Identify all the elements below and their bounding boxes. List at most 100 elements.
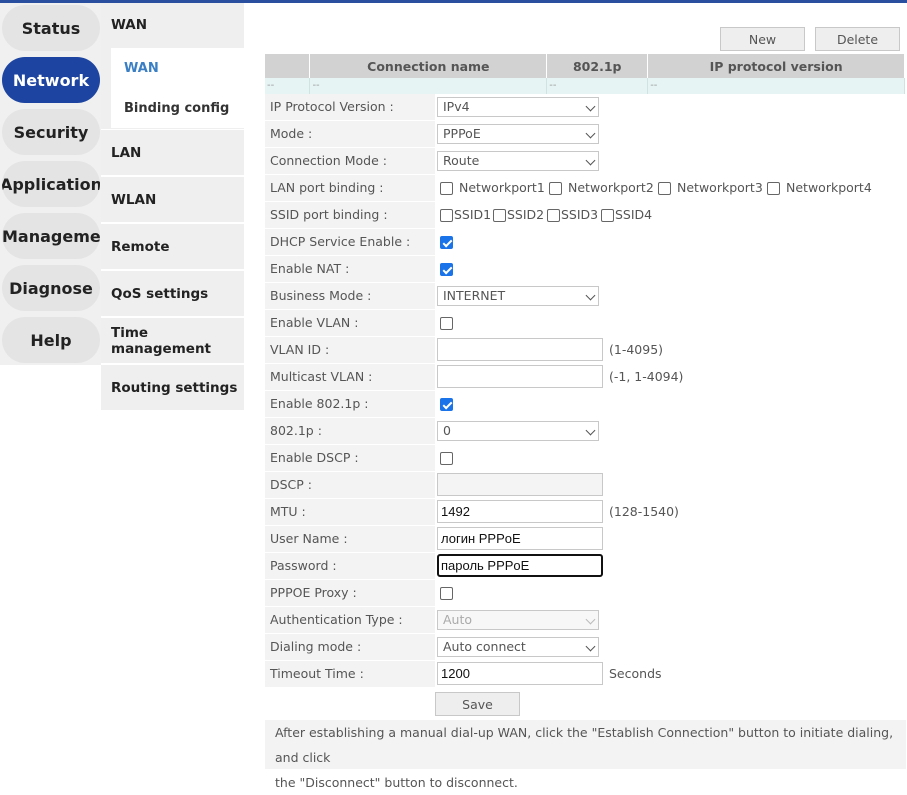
- row-lan-port-binding: LAN port binding : Networkport1 Networkp…: [265, 175, 906, 201]
- networkport1-checkbox[interactable]: [440, 182, 453, 195]
- password-input[interactable]: пароль PPPoE: [437, 554, 603, 577]
- submenu-wlan[interactable]: WLAN: [101, 177, 244, 222]
- dialing-mode-label: Dialing mode :: [270, 639, 362, 654]
- business-mode-label: Business Mode :: [270, 288, 372, 303]
- mode-select[interactable]: PPPoE: [437, 124, 599, 144]
- p8021-label: 802.1p :: [270, 423, 322, 438]
- dscp-input[interactable]: [437, 473, 603, 496]
- menu-diagnose[interactable]: Diagnose: [2, 265, 100, 311]
- table-row[interactable]: -- -- -- --: [265, 78, 905, 94]
- ssid4-checkbox[interactable]: [601, 209, 614, 222]
- row-password: Password : пароль PPPoE: [265, 553, 906, 579]
- dialing-mode-select[interactable]: Auto connect: [437, 637, 599, 657]
- mtu-hint: (128-1540): [609, 504, 679, 519]
- timeout-time-input[interactable]: 1200: [437, 662, 603, 685]
- menu-management[interactable]: Managemen: [2, 213, 100, 259]
- submenu-qos-settings[interactable]: QoS settings: [101, 271, 244, 316]
- row-enable-8021p: Enable 802.1p :: [265, 391, 906, 417]
- chevron-down-icon: [585, 155, 596, 166]
- row-mode: Mode : PPPoE: [265, 121, 906, 147]
- user-name-label: User Name :: [270, 531, 348, 546]
- user-name-input[interactable]: логин PPPoE: [437, 527, 603, 550]
- enable-vlan-label: Enable VLAN :: [270, 315, 359, 330]
- pppoe-proxy-checkbox[interactable]: [440, 587, 453, 600]
- table-cell: --: [546, 78, 649, 94]
- enable-dscp-label: Enable DSCP :: [270, 450, 359, 465]
- enable-vlan-checkbox[interactable]: [440, 317, 453, 330]
- p8021-value: 0: [443, 423, 451, 438]
- chevron-down-icon: [585, 128, 596, 139]
- enable-8021p-label: Enable 802.1p :: [270, 396, 369, 411]
- networkport3-label: Networkport3: [677, 180, 763, 195]
- connection-mode-select[interactable]: Route: [437, 151, 599, 171]
- networkport4-checkbox[interactable]: [767, 182, 780, 195]
- networkport1-label: Networkport1: [459, 180, 545, 195]
- networkport2-label: Networkport2: [568, 180, 654, 195]
- ssid2-checkbox[interactable]: [493, 209, 506, 222]
- menu-help[interactable]: Help: [2, 317, 100, 363]
- chevron-down-icon: [585, 425, 596, 436]
- submenu-binding-config[interactable]: Binding config: [111, 88, 244, 128]
- multicast-vlan-label: Multicast VLAN :: [270, 369, 373, 384]
- enable-nat-checkbox[interactable]: [440, 263, 453, 276]
- mode-label: Mode :: [270, 126, 313, 141]
- ssid3-checkbox[interactable]: [547, 209, 560, 222]
- row-dhcp-service-enable: DHCP Service Enable :: [265, 229, 906, 255]
- enable-nat-label: Enable NAT :: [270, 261, 350, 276]
- delete-button[interactable]: Delete: [815, 27, 900, 51]
- table-cell: --: [309, 78, 548, 94]
- enable-dscp-checkbox[interactable]: [440, 452, 453, 465]
- chevron-down-icon: [585, 101, 596, 112]
- password-label: Password :: [270, 558, 337, 573]
- networkport3-checkbox[interactable]: [658, 182, 671, 195]
- menu-status[interactable]: Status: [2, 5, 100, 51]
- menu-security[interactable]: Security: [2, 109, 100, 155]
- new-button[interactable]: New: [720, 27, 805, 51]
- vlan-id-label: VLAN ID :: [270, 342, 330, 357]
- vlan-id-input[interactable]: [437, 338, 603, 361]
- chevron-down-icon: [585, 290, 596, 301]
- main-menu: Status Network Security Application Mana…: [0, 3, 101, 365]
- submenu-wan-wan[interactable]: WAN: [111, 48, 244, 88]
- note-line-2: the "Disconnect" button to disconnect.: [275, 775, 518, 790]
- ip-protocol-version-select[interactable]: IPv4: [437, 97, 599, 117]
- menu-network[interactable]: Network: [2, 57, 100, 103]
- save-button[interactable]: Save: [435, 692, 520, 716]
- note-line-1: After establishing a manual dial-up WAN,…: [275, 725, 894, 765]
- submenu-time-management[interactable]: Time management: [101, 318, 244, 363]
- enable-8021p-checkbox[interactable]: [440, 398, 453, 411]
- submenu-wan-label: WAN: [111, 17, 148, 33]
- mode-value: PPPoE: [443, 126, 481, 141]
- submenu-routing-settings[interactable]: Routing settings: [101, 365, 244, 410]
- timeout-time-hint: Seconds: [609, 666, 662, 681]
- chevron-down-icon: [585, 641, 596, 652]
- row-timeout-time: Timeout Time : 1200 Seconds: [265, 661, 906, 687]
- p8021-select[interactable]: 0: [437, 421, 599, 441]
- row-dialing-mode: Dialing mode : Auto connect: [265, 634, 906, 660]
- row-vlan-id: VLAN ID : (1-4095): [265, 337, 906, 363]
- row-ip-protocol-version: IP Protocol Version : IPv4: [265, 94, 906, 120]
- submenu-remote[interactable]: Remote: [101, 224, 244, 269]
- ssid1-checkbox[interactable]: [440, 209, 453, 222]
- ssid-port-binding-label: SSID port binding :: [270, 207, 388, 222]
- dhcp-service-enable-label: DHCP Service Enable :: [270, 234, 411, 249]
- business-mode-select[interactable]: INTERNET: [437, 286, 599, 306]
- table-cell: --: [265, 78, 311, 94]
- row-user-name: User Name : логин PPPoE: [265, 526, 906, 552]
- submenu-lan[interactable]: LAN: [101, 130, 244, 175]
- row-enable-nat: Enable NAT :: [265, 256, 906, 282]
- networkport2-checkbox[interactable]: [549, 182, 562, 195]
- vlan-id-hint: (1-4095): [609, 342, 664, 357]
- multicast-vlan-input[interactable]: [437, 365, 603, 388]
- ip-protocol-version-label: IP Protocol Version :: [270, 99, 394, 114]
- ssid1-label: SSID1: [454, 207, 492, 222]
- chevron-down-icon: [585, 614, 596, 625]
- menu-application[interactable]: Application: [2, 161, 100, 207]
- row-dscp: DSCP :: [265, 472, 906, 498]
- mtu-input[interactable]: 1492: [437, 500, 603, 523]
- table-cell: --: [647, 78, 905, 94]
- ssid2-label: SSID2: [507, 207, 545, 222]
- authentication-type-select[interactable]: Auto: [437, 610, 599, 630]
- dhcp-service-enable-checkbox[interactable]: [440, 236, 453, 249]
- table-header-blank: [265, 54, 311, 78]
